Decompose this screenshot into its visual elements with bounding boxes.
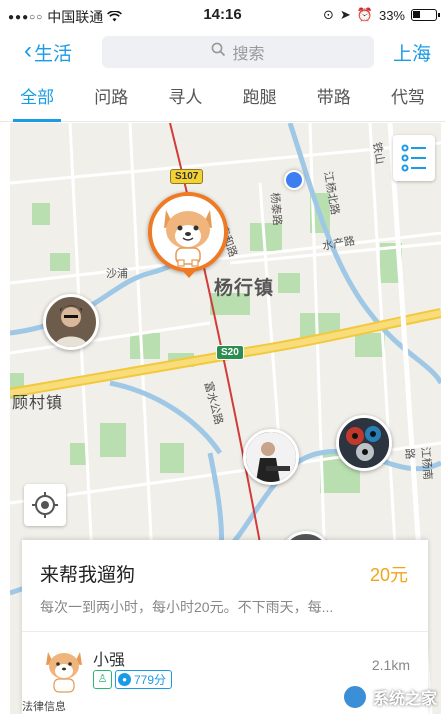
- back-label: 生活: [34, 44, 73, 65]
- task-price: 20元: [369, 565, 408, 585]
- category-tabs: 全部 问路 寻人 跑腿 带路 代驾: [0, 76, 445, 122]
- my-location-dot: [284, 170, 304, 190]
- task-distance: 2.1km: [371, 657, 410, 673]
- publisher-badges: ♙ ● 779分: [93, 670, 173, 689]
- town-label-yanghang: 杨行镇: [214, 278, 275, 299]
- map-place-label: 法律信息: [22, 701, 66, 713]
- list-icon: [401, 144, 426, 172]
- publisher-name: 小强: [93, 652, 126, 669]
- location-arrow-icon: ➤: [339, 7, 351, 22]
- crosshair-icon: [32, 492, 58, 518]
- dog-task-pin[interactable]: [148, 192, 228, 272]
- drop-icon: ●: [118, 673, 131, 686]
- tab-driver[interactable]: 代驾: [371, 76, 445, 122]
- road-badge-s107: S107: [170, 169, 204, 184]
- list-view-button[interactable]: [393, 135, 435, 181]
- road-badge-s20: S20: [216, 345, 244, 360]
- road-label: 江杨南路: [402, 446, 434, 481]
- road-label: 沙浦: [106, 268, 128, 280]
- watermark: 系统之家: [341, 684, 437, 710]
- tab-all[interactable]: 全部: [0, 76, 74, 122]
- road-label: 杨泰路: [268, 192, 283, 227]
- rotation-lock-icon: ⊙: [322, 7, 334, 22]
- dog-icon: [164, 210, 212, 267]
- tab-ask-way[interactable]: 问路: [74, 76, 148, 122]
- credit-score-badge: ● 779分: [115, 670, 173, 689]
- town-label-gucun: 顾村镇: [12, 395, 64, 412]
- publisher-avatar[interactable]: [42, 646, 86, 694]
- status-right: ⊙ ➤ ⏰ 33%: [322, 7, 440, 23]
- status-bar: ●●●○○ 中国联通 14:16 ⊙ ➤ ⏰ 33%: [0, 0, 445, 30]
- spinner-avatar-icon: [339, 418, 389, 468]
- watermark-logo-icon: [341, 684, 368, 710]
- user-pin-avatar[interactable]: [243, 429, 299, 485]
- tab-errand[interactable]: 跑腿: [223, 76, 297, 122]
- task-description: 每次一到两小时，每小时20元。不下雨天，每...: [40, 599, 334, 615]
- card-divider: [22, 631, 428, 632]
- task-title: 来帮我遛狗: [40, 565, 136, 586]
- person-avatar-icon: [54, 305, 88, 347]
- verified-user-icon: ♙: [93, 670, 112, 689]
- back-button[interactable]: ‹ 生活: [24, 39, 72, 66]
- battery-percent: 33%: [378, 7, 405, 23]
- tab-find-person[interactable]: 寻人: [148, 76, 222, 122]
- alarm-icon: ⏰: [356, 7, 373, 22]
- watermark-text: 系统之家: [372, 691, 437, 708]
- chevron-left-icon: ‹: [24, 37, 32, 64]
- person-avatar-icon: [246, 432, 296, 482]
- battery-icon: [411, 9, 440, 21]
- city-selector[interactable]: 上海: [393, 39, 431, 66]
- user-pin-avatar[interactable]: [336, 415, 392, 471]
- credit-score: 779分: [134, 672, 167, 687]
- tab-guide[interactable]: 带路: [297, 76, 371, 122]
- user-pin-avatar[interactable]: [43, 294, 99, 350]
- search-placeholder: 搜索: [232, 46, 265, 63]
- dog-pin-pointer: [180, 268, 198, 278]
- locate-button[interactable]: [24, 484, 66, 526]
- search-icon: [211, 42, 226, 62]
- search-input[interactable]: 搜索: [102, 36, 374, 68]
- dog-avatar-icon: [46, 652, 82, 693]
- nav-bar: ‹ 生活 搜索 上海: [0, 30, 445, 76]
